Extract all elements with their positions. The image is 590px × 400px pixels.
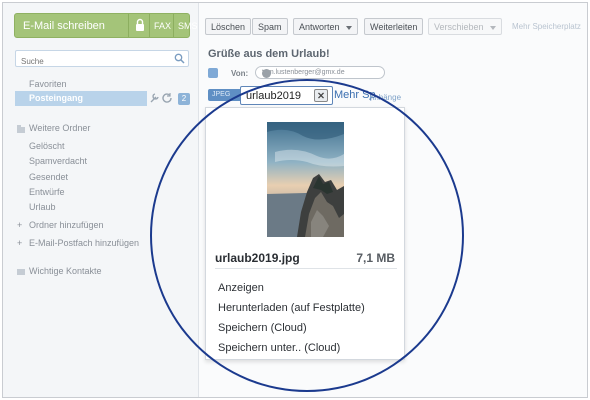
chevron-down-icon	[345, 25, 352, 30]
forward-button[interactable]: Weiterleiten	[364, 18, 424, 35]
sidebar-item-sent[interactable]: Gesendet	[29, 172, 68, 182]
toolbar: Löschen Spam Antworten Weiterleiten Vers…	[200, 13, 587, 39]
refresh-icon[interactable]	[162, 93, 172, 103]
move-label: Verschieben	[434, 22, 484, 32]
sidebar-item-inbox[interactable]: Posteingang	[15, 91, 147, 106]
sms-button[interactable]: SMS	[178, 21, 198, 31]
inbox-label: Posteingang	[29, 93, 84, 103]
sidebar-item-spam[interactable]: Spamverdacht	[29, 156, 87, 166]
add-mailbox-link[interactable]: E-Mail-Postfach hinzufügen	[29, 238, 139, 248]
search-box	[15, 50, 189, 69]
divider	[149, 14, 150, 37]
sidebar-item-deleted[interactable]: Gelöscht	[29, 141, 65, 151]
move-button[interactable]: Verschieben	[428, 18, 502, 35]
compose-label: E-Mail schreiben	[23, 20, 105, 32]
sender-address: tom.lustenberger@gmx.de	[262, 69, 345, 76]
chevron-down-icon	[489, 25, 496, 30]
storage-link[interactable]: Mehr Speicherplatz	[512, 22, 581, 31]
sender-chip[interactable]: tom.lustenberger@gmx.de	[255, 66, 385, 79]
sidebar-item-drafts[interactable]: Entwürfe	[29, 187, 65, 197]
important-contacts-header[interactable]: Wichtige Kontakte	[29, 266, 102, 276]
inbox-tools	[150, 93, 172, 103]
folders-icon	[17, 125, 25, 133]
search-input[interactable]	[16, 54, 166, 69]
lock-icon[interactable]	[135, 18, 145, 32]
reply-button[interactable]: Antworten	[293, 18, 358, 35]
message-subject: Grüße aus dem Urlaub!	[208, 48, 330, 60]
delete-button[interactable]: Löschen	[205, 18, 252, 35]
fax-button[interactable]: FAX	[154, 21, 171, 31]
more-folders-header[interactable]: Weitere Ordner	[29, 123, 90, 133]
mail-window: E-Mail schreiben FAX SMS Favoriten Poste…	[2, 2, 588, 398]
sidebar-item-favorites[interactable]: Favoriten	[29, 79, 67, 89]
wrench-icon[interactable]	[150, 93, 159, 103]
divider	[128, 14, 129, 37]
divider	[173, 14, 174, 37]
unread-count-badge: 2	[178, 93, 190, 105]
reply-label: Antworten	[299, 22, 340, 32]
add-contact-icon[interactable]	[262, 69, 271, 78]
plus-icon: +	[17, 220, 23, 230]
add-folder-link[interactable]: Ordner hinzufügen	[29, 220, 104, 230]
from-label: Von:	[231, 69, 249, 78]
spam-button[interactable]: Spam	[252, 18, 288, 35]
contacts-icon	[17, 269, 25, 275]
compose-button[interactable]: E-Mail schreiben FAX SMS	[14, 13, 198, 38]
expand-header-icon[interactable]	[208, 68, 218, 78]
sidebar-item-vacation[interactable]: Urlaub	[29, 202, 56, 212]
search-icon[interactable]	[174, 53, 185, 64]
plus-icon: +	[17, 238, 23, 248]
highlight-circle	[150, 79, 464, 392]
